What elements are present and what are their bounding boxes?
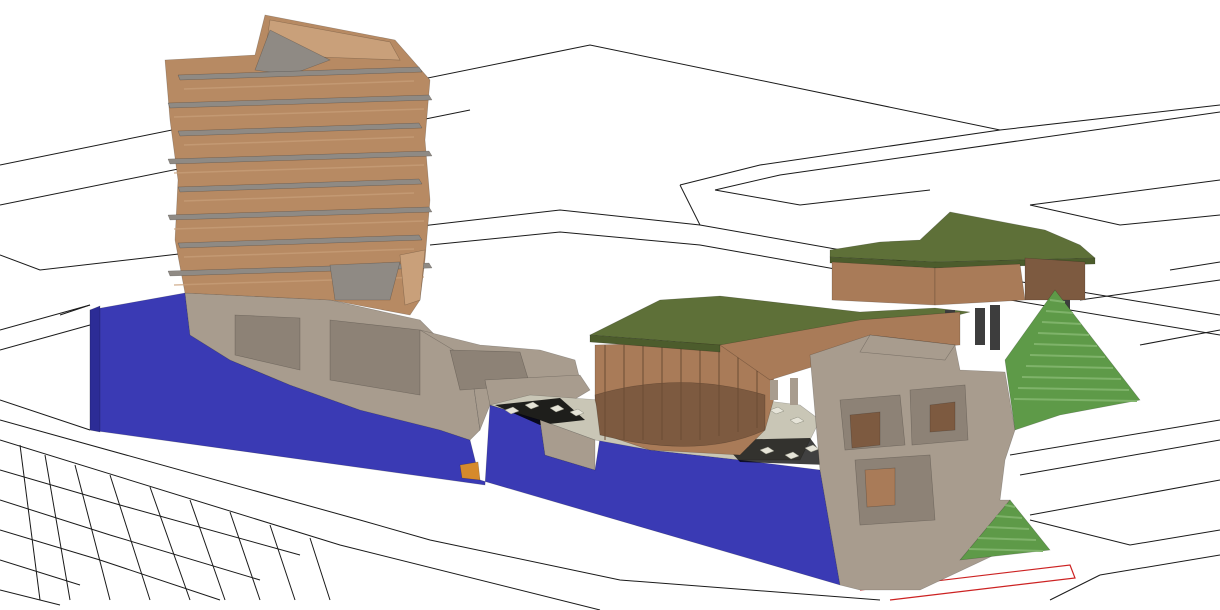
- terraced-stair-upper[interactable]: [1004, 289, 1141, 431]
- pavilion-column: [990, 305, 1000, 350]
- model-canvas[interactable]: [0, 0, 1220, 610]
- tower[interactable]: [164, 14, 433, 316]
- pavilion-column: [770, 380, 778, 400]
- 3d-model-viewport[interactable]: [0, 0, 1220, 610]
- pavilion-column: [790, 378, 798, 405]
- pavilion-column: [975, 308, 985, 345]
